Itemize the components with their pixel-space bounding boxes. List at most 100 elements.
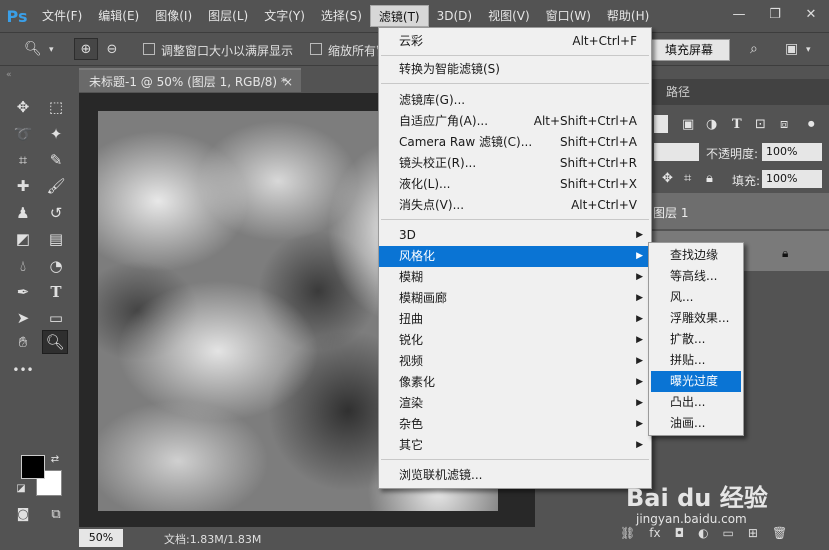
add-mask-icon[interactable]: ◘	[675, 526, 685, 540]
opacity-field[interactable]: 100%	[762, 143, 822, 161]
menu-item-sharpen[interactable]: 锐化 ▶	[379, 330, 651, 351]
pixel-filter-icon[interactable]: ▣	[682, 117, 694, 132]
lasso-tool-icon[interactable]: ➰	[10, 122, 36, 146]
menu-item-lens-correction[interactable]: 镜头校正(R)... Shift+Ctrl+R	[379, 153, 651, 174]
foreground-color-swatch[interactable]	[21, 455, 45, 479]
zoom-all-checkbox[interactable]	[310, 43, 322, 55]
menu-file[interactable]: 文件(F)	[34, 5, 90, 27]
crop-tool-icon[interactable]: ⌗	[10, 148, 36, 172]
default-colors-icon[interactable]: ◪	[14, 481, 28, 495]
menu-item-camera-raw[interactable]: Camera Raw 滤镜(C)... Shift+Ctrl+A	[379, 132, 651, 153]
zoom-level-field[interactable]: 50%	[79, 529, 123, 547]
menu-item-other[interactable]: 其它 ▶	[379, 435, 651, 456]
close-window-button[interactable]: ✕	[793, 0, 829, 28]
adjustment-filter-icon[interactable]: ◑	[706, 117, 717, 132]
tab-paths[interactable]: 路径	[666, 83, 690, 100]
menu-item-render[interactable]: 渲染 ▶	[379, 393, 651, 414]
delete-layer-icon[interactable]: 🗑︎	[772, 526, 787, 540]
new-layer-icon[interactable]: ⊞	[748, 526, 758, 540]
brush-tool-icon[interactable]: 🖌︎	[43, 174, 69, 198]
fill-screen-button[interactable]: 填充屏幕	[648, 39, 730, 61]
menu-view[interactable]: 视图(V)	[480, 5, 538, 27]
menu-item-noise[interactable]: 杂色 ▶	[379, 414, 651, 435]
close-tab-icon[interactable]: ×	[283, 70, 293, 94]
chevron-down-icon[interactable]: ▾	[806, 45, 811, 55]
smart-object-filter-icon[interactable]: ⧈	[780, 117, 788, 132]
link-layers-icon[interactable]: ⛓	[620, 526, 635, 540]
submenu-item-oil-paint[interactable]: 油画...	[651, 413, 741, 434]
adjustment-layer-icon[interactable]: ◐	[698, 526, 708, 540]
menu-filter[interactable]: 滤镜(T)	[369, 5, 429, 27]
new-group-icon[interactable]: ▭	[723, 526, 734, 540]
menu-type[interactable]: 文字(Y)	[256, 5, 313, 27]
chevron-down-icon[interactable]: ▾	[49, 45, 54, 55]
menu-image[interactable]: 图像(I)	[147, 5, 200, 27]
submenu-item-emboss[interactable]: 浮雕效果...	[651, 308, 741, 329]
workspace-icon[interactable]: ▣	[785, 41, 798, 57]
menu-3d[interactable]: 3D(D)	[429, 5, 480, 27]
menu-window[interactable]: 窗口(W)	[538, 5, 599, 27]
fx-icon[interactable]: fx	[649, 526, 660, 540]
layer-kind-select[interactable]	[654, 115, 668, 133]
clone-stamp-tool-icon[interactable]: ♟	[10, 201, 36, 225]
menu-item-browse-online[interactable]: 浏览联机滤镜...	[379, 465, 651, 486]
menu-item-convert-smart-filter[interactable]: 转换为智能滤镜(S)	[379, 59, 651, 80]
filter-toggle-icon[interactable]: ⏺	[808, 117, 815, 132]
eraser-tool-icon[interactable]: ◩	[10, 227, 36, 251]
pen-tool-icon[interactable]: ✒	[10, 280, 36, 304]
submenu-item-solarize[interactable]: 曝光过度	[651, 371, 741, 392]
panel-grip-icon[interactable]: «	[6, 70, 12, 80]
menu-item-vanishing-point[interactable]: 消失点(V)... Alt+Ctrl+V	[379, 195, 651, 216]
lock-all-icon[interactable]: 🔒︎	[706, 171, 713, 186]
healing-brush-tool-icon[interactable]: ✚	[10, 174, 36, 198]
menu-item-blur-gallery[interactable]: 模糊画廊 ▶	[379, 288, 651, 309]
document-size-info[interactable]: 文档:1.83M/1.83M	[164, 531, 261, 547]
gradient-tool-icon[interactable]: ▤	[43, 227, 69, 251]
resize-windows-checkbox[interactable]	[143, 43, 155, 55]
menu-item-video[interactable]: 视频 ▶	[379, 351, 651, 372]
menu-item-filter-gallery[interactable]: 滤镜库(G)...	[379, 90, 651, 111]
restore-button[interactable]: ❐	[757, 0, 793, 28]
minimize-button[interactable]: —	[721, 0, 757, 28]
type-filter-icon[interactable]: T	[732, 117, 742, 132]
menu-item-blur[interactable]: 模糊 ▶	[379, 267, 651, 288]
path-selection-tool-icon[interactable]: ➤	[10, 306, 36, 330]
shape-filter-icon[interactable]: ⊡	[755, 117, 766, 132]
swap-colors-icon[interactable]: ⇄	[48, 452, 62, 466]
hand-tool-icon[interactable]: ✋︎	[10, 330, 36, 354]
menu-help[interactable]: 帮助(H)	[599, 5, 657, 27]
menu-select[interactable]: 选择(S)	[313, 5, 370, 27]
move-tool-icon[interactable]: ✥	[10, 95, 36, 119]
zoom-out-button[interactable]: ⊖	[100, 38, 124, 60]
more-tools-icon[interactable]: •••	[10, 358, 36, 382]
submenu-item-wind[interactable]: 风...	[651, 287, 741, 308]
zoom-in-button[interactable]: ⊕	[74, 38, 98, 60]
blur-tool-icon[interactable]: 💧︎	[10, 254, 36, 278]
lock-position-icon[interactable]: ✥	[662, 171, 673, 186]
menu-item-stylize[interactable]: 风格化 ▶	[379, 246, 651, 267]
history-brush-tool-icon[interactable]: ↺	[43, 201, 69, 225]
eyedropper-tool-icon[interactable]: ✎	[43, 148, 69, 172]
menu-edit[interactable]: 编辑(E)	[90, 5, 147, 27]
menu-item-3d[interactable]: 3D ▶	[379, 225, 651, 246]
fill-field[interactable]: 100%	[762, 170, 822, 188]
dodge-tool-icon[interactable]: ◔	[43, 254, 69, 278]
menu-item-distort[interactable]: 扭曲 ▶	[379, 309, 651, 330]
submenu-item-find-edges[interactable]: 查找边缘	[651, 245, 741, 266]
menu-item-pixelate[interactable]: 像素化 ▶	[379, 372, 651, 393]
submenu-item-tiles[interactable]: 拼贴...	[651, 350, 741, 371]
screen-mode-icon[interactable]: ⧉	[43, 502, 69, 526]
quick-mask-icon[interactable]: ◙	[10, 502, 36, 526]
zoom-tool-selected-icon[interactable]: 🔍︎	[42, 330, 68, 354]
menu-item-adaptive-wide-angle[interactable]: 自适应广角(A)... Alt+Shift+Ctrl+A	[379, 111, 651, 132]
zoom-tool-icon[interactable]: 🔍︎	[24, 41, 42, 57]
rectangle-tool-icon[interactable]: ▭	[43, 306, 69, 330]
submenu-item-extrude[interactable]: 凸出...	[651, 392, 741, 413]
menu-item-liquify[interactable]: 液化(L)... Shift+Ctrl+X	[379, 174, 651, 195]
menu-layer[interactable]: 图层(L)	[200, 5, 256, 27]
blend-mode-select[interactable]	[654, 143, 699, 161]
submenu-item-trace-contour[interactable]: 等高线...	[651, 266, 741, 287]
submenu-item-diffuse[interactable]: 扩散...	[651, 329, 741, 350]
menu-item-clouds[interactable]: 云彩 Alt+Ctrl+F	[379, 31, 651, 52]
lock-artboard-icon[interactable]: ⌗	[684, 171, 691, 186]
